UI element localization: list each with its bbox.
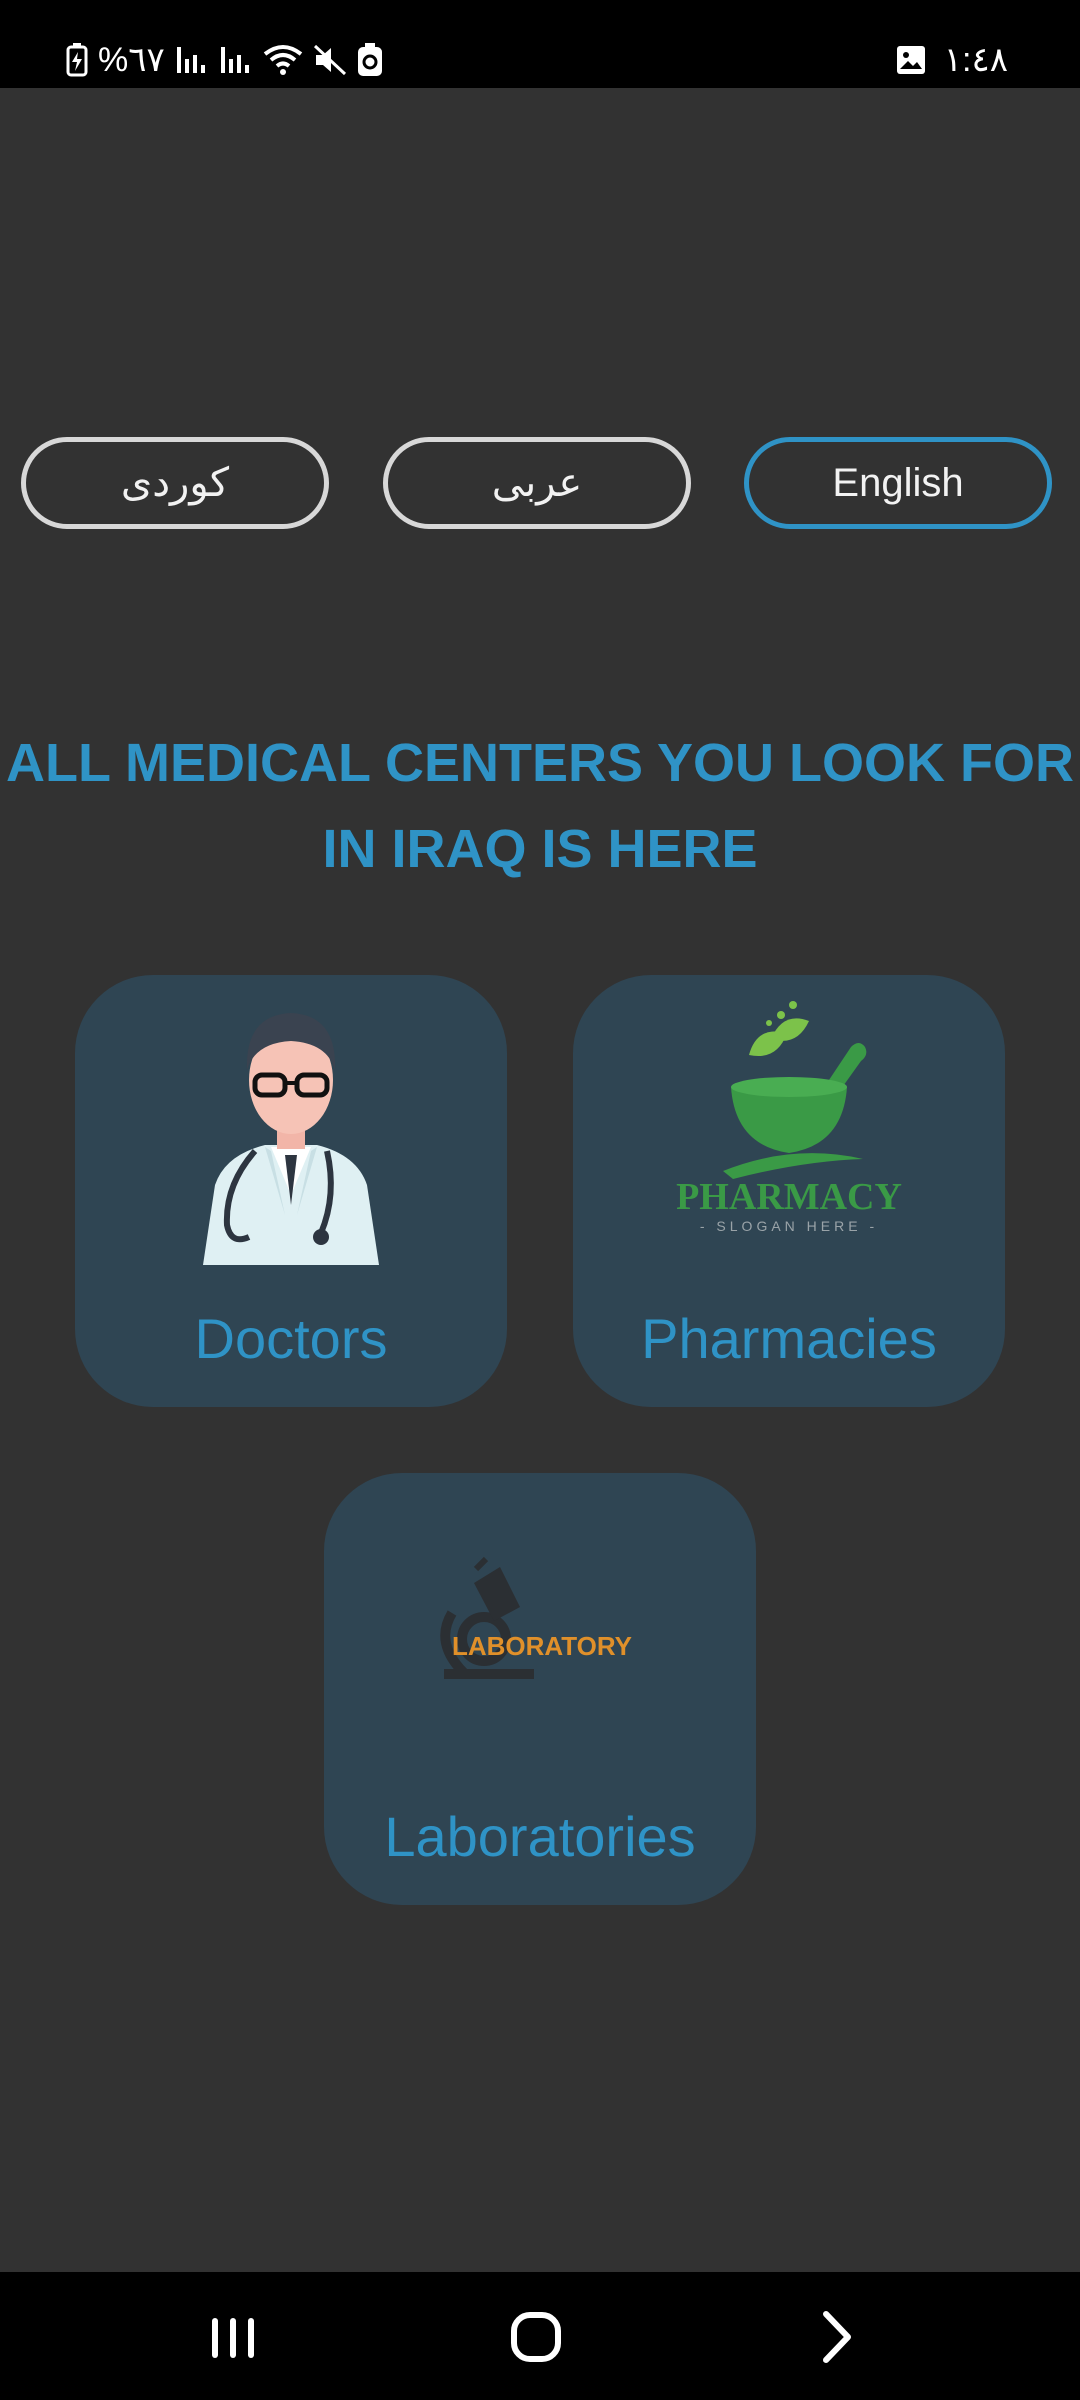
pharmacy-logo-slogan: - SLOGAN HERE - xyxy=(700,1218,878,1234)
headline: ALL MEDICAL CENTERS YOU LOOK FOR IN IRAQ… xyxy=(0,720,1080,892)
laboratories-card[interactable]: LABORATORY Laboratories xyxy=(324,1473,756,1905)
status-left: %٦٧ xyxy=(66,36,383,84)
wifi-icon xyxy=(263,45,302,75)
language-arabic-button[interactable]: عربی xyxy=(383,437,691,529)
back-icon[interactable] xyxy=(798,2302,878,2372)
battery-charging-icon xyxy=(66,43,88,77)
recents-icon[interactable] xyxy=(194,2302,274,2372)
laboratory-logo: LABORATORY xyxy=(440,1556,632,1679)
doctors-card[interactable]: Doctors xyxy=(75,975,507,1407)
pharmacies-card[interactable]: PHARMACY - SLOGAN HERE - Pharmacies xyxy=(573,975,1005,1407)
signal-icon xyxy=(176,47,205,73)
doctor-illustration xyxy=(203,1013,379,1265)
gallery-icon xyxy=(896,46,925,74)
language-kurdish-button[interactable]: کوردی xyxy=(21,437,329,529)
accessibility-icon xyxy=(357,43,382,76)
clock: ١:٤٨ xyxy=(943,41,1008,79)
pharmacy-logo: PHARMACY - SLOGAN HERE - xyxy=(676,1001,902,1234)
status-right: ١:٤٨ xyxy=(896,36,1008,84)
navigation-bar xyxy=(0,2272,1080,2400)
headline-line-2: IN IRAQ IS HERE xyxy=(322,819,758,879)
signal-icon xyxy=(220,47,249,73)
headline-line-1: ALL MEDICAL CENTERS YOU LOOK FOR xyxy=(5,733,1075,793)
pharmacies-label: Pharmacies xyxy=(641,1307,937,1370)
doctors-label: Doctors xyxy=(194,1307,388,1370)
pharmacy-logo-text: PHARMACY xyxy=(676,1176,902,1218)
home-icon[interactable] xyxy=(496,2302,576,2372)
language-english-button[interactable]: English xyxy=(744,437,1052,529)
battery-percent: %٦٧ xyxy=(98,41,165,79)
status-bar: %٦٧ ١:٤٨ xyxy=(0,0,1080,88)
laboratories-label: Laboratories xyxy=(384,1805,696,1868)
laboratory-logo-text: LABORATORY xyxy=(452,1631,632,1661)
mute-icon xyxy=(313,44,346,76)
